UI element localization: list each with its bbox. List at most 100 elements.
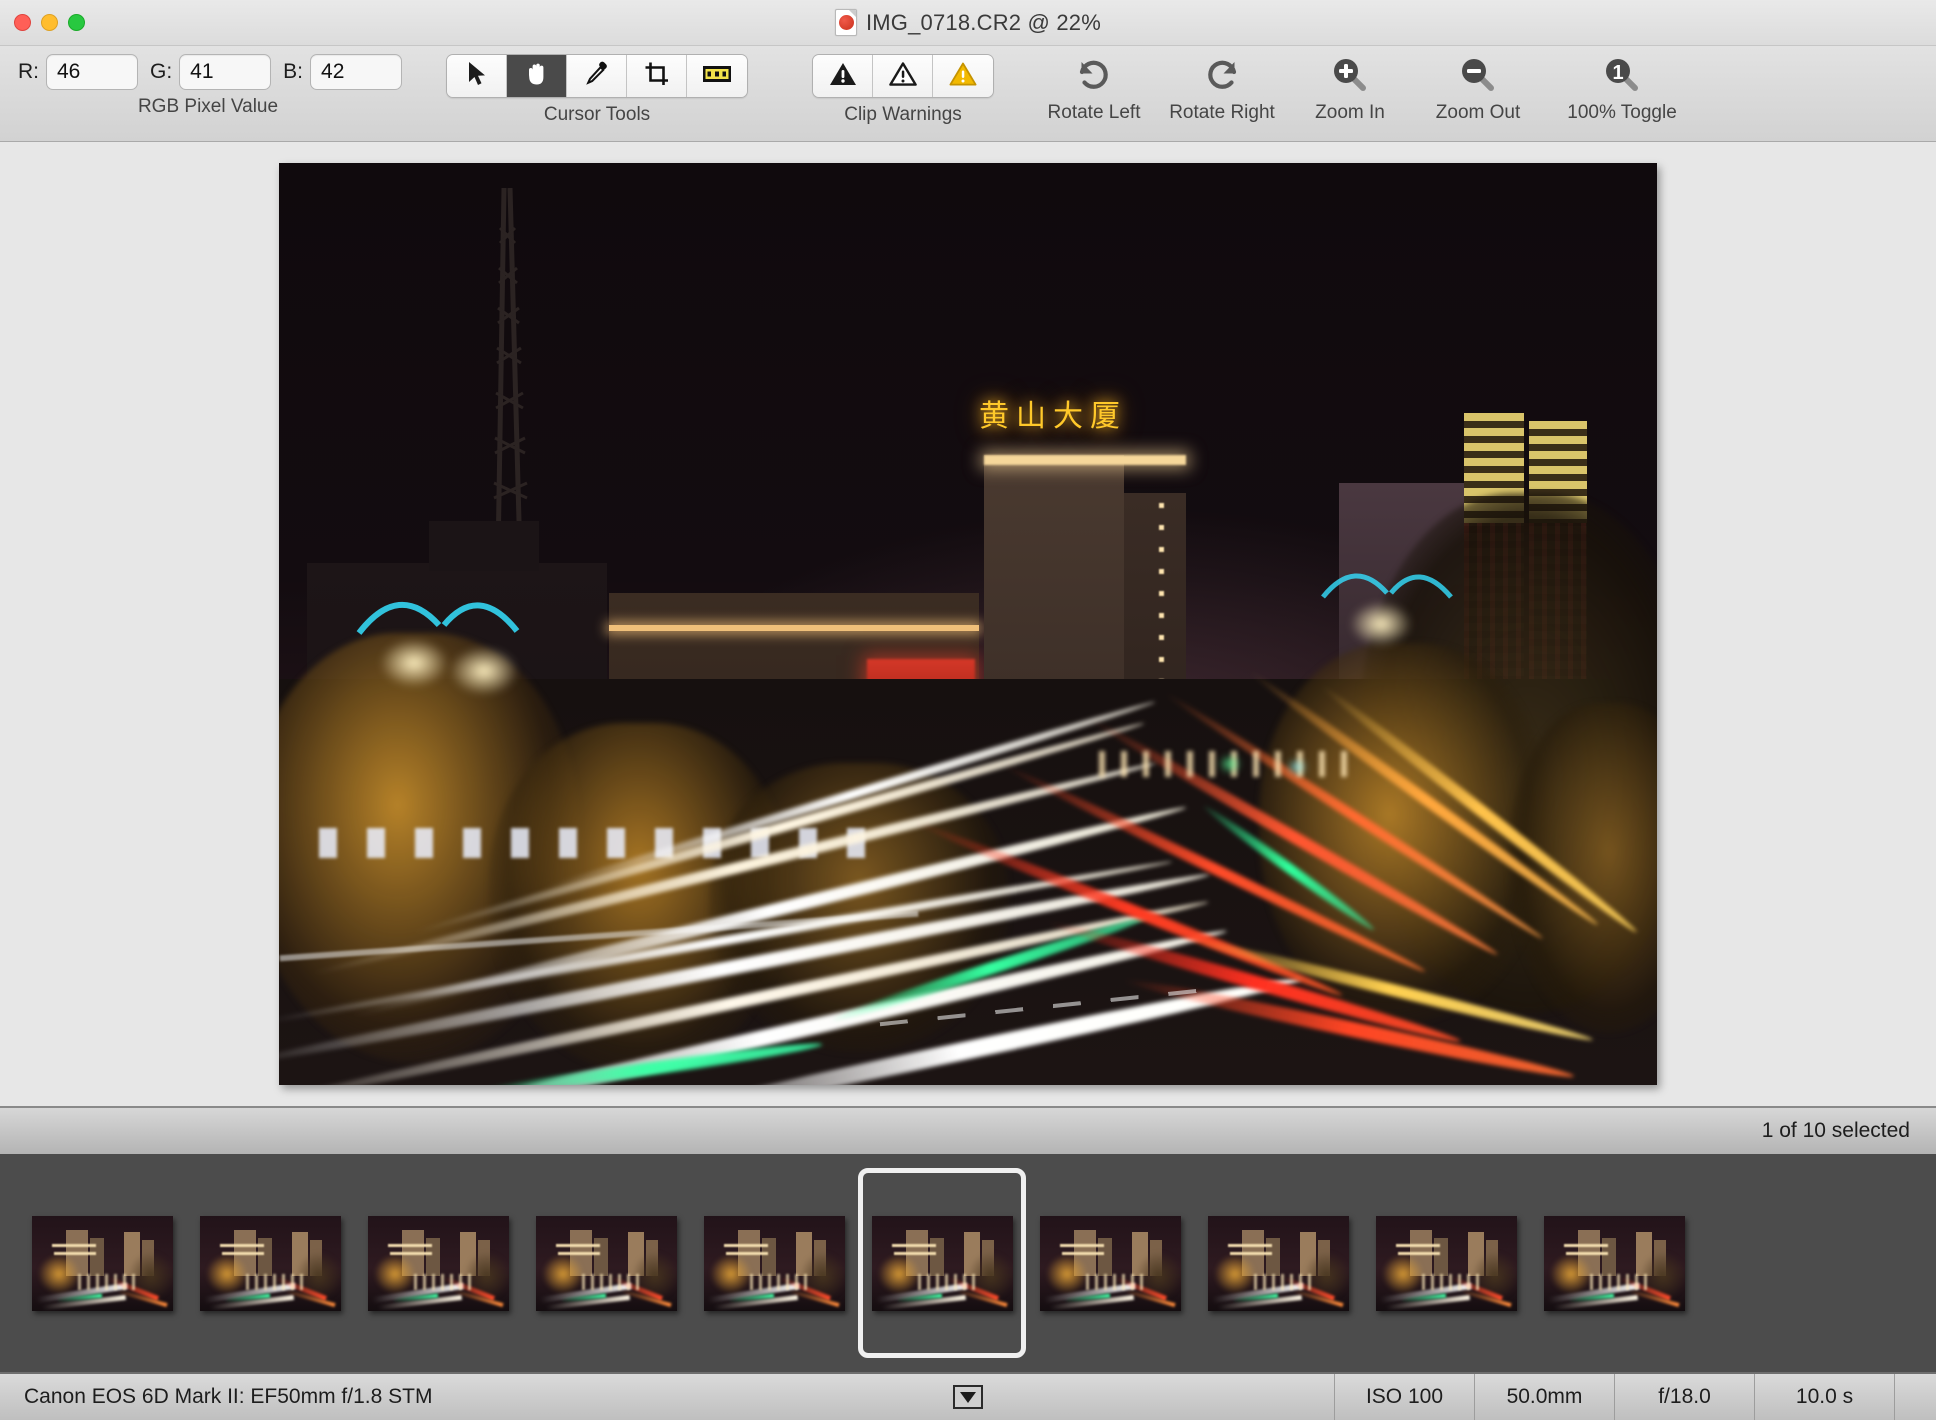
photo-antenna-tower — [464, 188, 554, 568]
shadow-clip-warning-button[interactable] — [813, 55, 873, 97]
zoom-100-toggle-button[interactable]: 1 100% Toggle — [1552, 54, 1692, 124]
hand-pan-tool-button[interactable] — [507, 55, 567, 97]
window-title: IMG_0718.CR2 @ 22% — [866, 10, 1101, 36]
g-label: G: — [150, 60, 172, 84]
window-title-group: IMG_0718.CR2 @ 22% — [0, 0, 1936, 45]
r-input[interactable] — [46, 54, 138, 90]
r-label: R: — [18, 60, 39, 84]
eyedropper-icon — [585, 61, 609, 92]
cursor-tools-group-label: Cursor Tools — [544, 104, 650, 126]
rotate-left-label: Rotate Left — [1048, 102, 1141, 124]
clip-warnings-group: Clip Warnings — [812, 54, 994, 126]
thumbnail-image — [1376, 1216, 1517, 1311]
clip-warnings-segmented-control — [812, 54, 994, 98]
selection-status-bar: 1 of 10 selected — [0, 1106, 1936, 1154]
rgb-pixel-value-group: R: G: B: RGB Pixel Value — [14, 54, 402, 118]
cursor-tools-segmented-control — [446, 54, 748, 98]
thumbnail-image — [704, 1216, 845, 1311]
raw-photo-document-icon — [835, 9, 857, 36]
photo-hotel-light-band-1 — [609, 625, 979, 631]
rgb-group-label: RGB Pixel Value — [138, 96, 278, 118]
zoom-in-button[interactable]: Zoom In — [1296, 54, 1404, 124]
shadow-clip-warning-icon — [829, 61, 857, 92]
exif-cell: f/18.0 — [1614, 1374, 1754, 1420]
cursor-tools-group: Cursor Tools — [446, 54, 748, 126]
filmstrip-thumbnail[interactable] — [186, 1168, 354, 1358]
highlight-clip-warning-button[interactable] — [873, 55, 933, 97]
hand-pan-icon — [524, 61, 550, 92]
image-canvas-area[interactable]: 黄山大厦 — [0, 142, 1936, 1106]
zoom-100-toggle-label: 100% Toggle — [1567, 102, 1677, 124]
arrow-pointer-icon — [467, 61, 487, 92]
exif-cell: 10.0 s — [1754, 1374, 1894, 1420]
photo-tower-crown-light — [984, 455, 1186, 465]
photo-traffic-signal-green — [1219, 755, 1241, 773]
rotate-left-button[interactable]: Rotate Left — [1040, 54, 1148, 124]
gamut-clip-warning-button[interactable] — [933, 55, 993, 97]
photo-rooftop-neon-sign: 黄山大厦 — [979, 391, 1127, 435]
eyedropper-tool-button[interactable] — [567, 55, 627, 97]
traffic-light-buttons — [14, 14, 85, 31]
thumbnail-image — [1208, 1216, 1349, 1311]
application-window: IMG_0718.CR2 @ 22% R: G: B: RGB Pixel Va… — [0, 0, 1936, 1420]
filmstrip-thumbnail[interactable] — [522, 1168, 690, 1358]
gamut-clip-warning-icon — [949, 61, 977, 92]
zoom-in-icon — [1329, 54, 1371, 96]
rgb-fields-row: R: G: B: — [14, 54, 402, 90]
filmstrip-thumbnail[interactable] — [18, 1168, 186, 1358]
camera-lens-info: Canon EOS 6D Mark II: EF50mm f/1.8 STM — [24, 1385, 432, 1409]
rotate-right-icon — [1202, 54, 1242, 96]
toolbar: R: G: B: RGB Pixel Value — [0, 46, 1936, 142]
g-input[interactable] — [179, 54, 271, 90]
arrow-pointer-tool-button[interactable] — [447, 55, 507, 97]
rotate-right-label: Rotate Right — [1169, 102, 1275, 124]
exif-cell: 50.0mm — [1474, 1374, 1614, 1420]
filmstrip-thumbnail[interactable] — [1530, 1168, 1698, 1358]
straighten-icon — [702, 64, 732, 89]
main-photo[interactable]: 黄山大厦 — [279, 163, 1657, 1085]
filmstrip-thumbnail[interactable] — [690, 1168, 858, 1358]
zoom-out-button[interactable]: Zoom Out — [1424, 54, 1532, 124]
collapse-filmstrip-icon — [960, 1392, 976, 1403]
straighten-tool-button[interactable] — [687, 55, 747, 97]
rotate-left-icon — [1074, 54, 1114, 96]
crop-icon — [644, 61, 670, 92]
svg-text:1: 1 — [1612, 62, 1623, 84]
collapse-filmstrip-button[interactable] — [953, 1385, 983, 1409]
zoom-out-icon — [1457, 54, 1499, 96]
b-label: B: — [283, 60, 303, 84]
thumbnail-image — [536, 1216, 677, 1311]
minimize-button[interactable] — [41, 14, 58, 31]
thumbnail-image — [368, 1216, 509, 1311]
rotate-right-button[interactable]: Rotate Right — [1168, 54, 1276, 124]
filmstrip-thumbnail[interactable] — [1362, 1168, 1530, 1358]
selection-status-text: 1 of 10 selected — [1762, 1119, 1910, 1143]
status-bar: Canon EOS 6D Mark II: EF50mm f/1.8 STM I… — [0, 1372, 1936, 1420]
filmstrip-thumbnail[interactable] — [354, 1168, 522, 1358]
crop-tool-button[interactable] — [627, 55, 687, 97]
filmstrip-thumbnail[interactable] — [1194, 1168, 1362, 1358]
thumbnail-image — [872, 1216, 1013, 1311]
zoom-100-toggle-icon: 1 — [1601, 54, 1643, 96]
thumbnail-image — [1544, 1216, 1685, 1311]
photo-lamp-glow-right — [1349, 601, 1413, 647]
exif-cell-spacer — [1894, 1374, 1936, 1420]
close-button[interactable] — [14, 14, 31, 31]
filmstrip-thumbnail-selected[interactable] — [858, 1168, 1026, 1358]
zoom-button[interactable] — [68, 14, 85, 31]
photo-lamp-glow-left-b — [449, 646, 519, 696]
highlight-clip-warning-icon — [889, 61, 917, 92]
photo-lamp-glow-left-a — [379, 638, 449, 688]
thumbnail-image — [200, 1216, 341, 1311]
photo-traffic-signal-cyan — [1287, 759, 1307, 775]
thumbnail-image — [32, 1216, 173, 1311]
clip-warnings-group-label: Clip Warnings — [844, 104, 962, 126]
zoom-out-label: Zoom Out — [1436, 102, 1520, 124]
title-bar: IMG_0718.CR2 @ 22% — [0, 0, 1936, 46]
filmstrip[interactable] — [0, 1154, 1936, 1372]
filmstrip-thumbnail[interactable] — [1026, 1168, 1194, 1358]
b-input[interactable] — [310, 54, 402, 90]
zoom-in-label: Zoom In — [1315, 102, 1385, 124]
thumbnail-image — [1040, 1216, 1181, 1311]
exif-info-row: ISO 10050.0mmf/18.010.0 s — [1334, 1374, 1936, 1420]
